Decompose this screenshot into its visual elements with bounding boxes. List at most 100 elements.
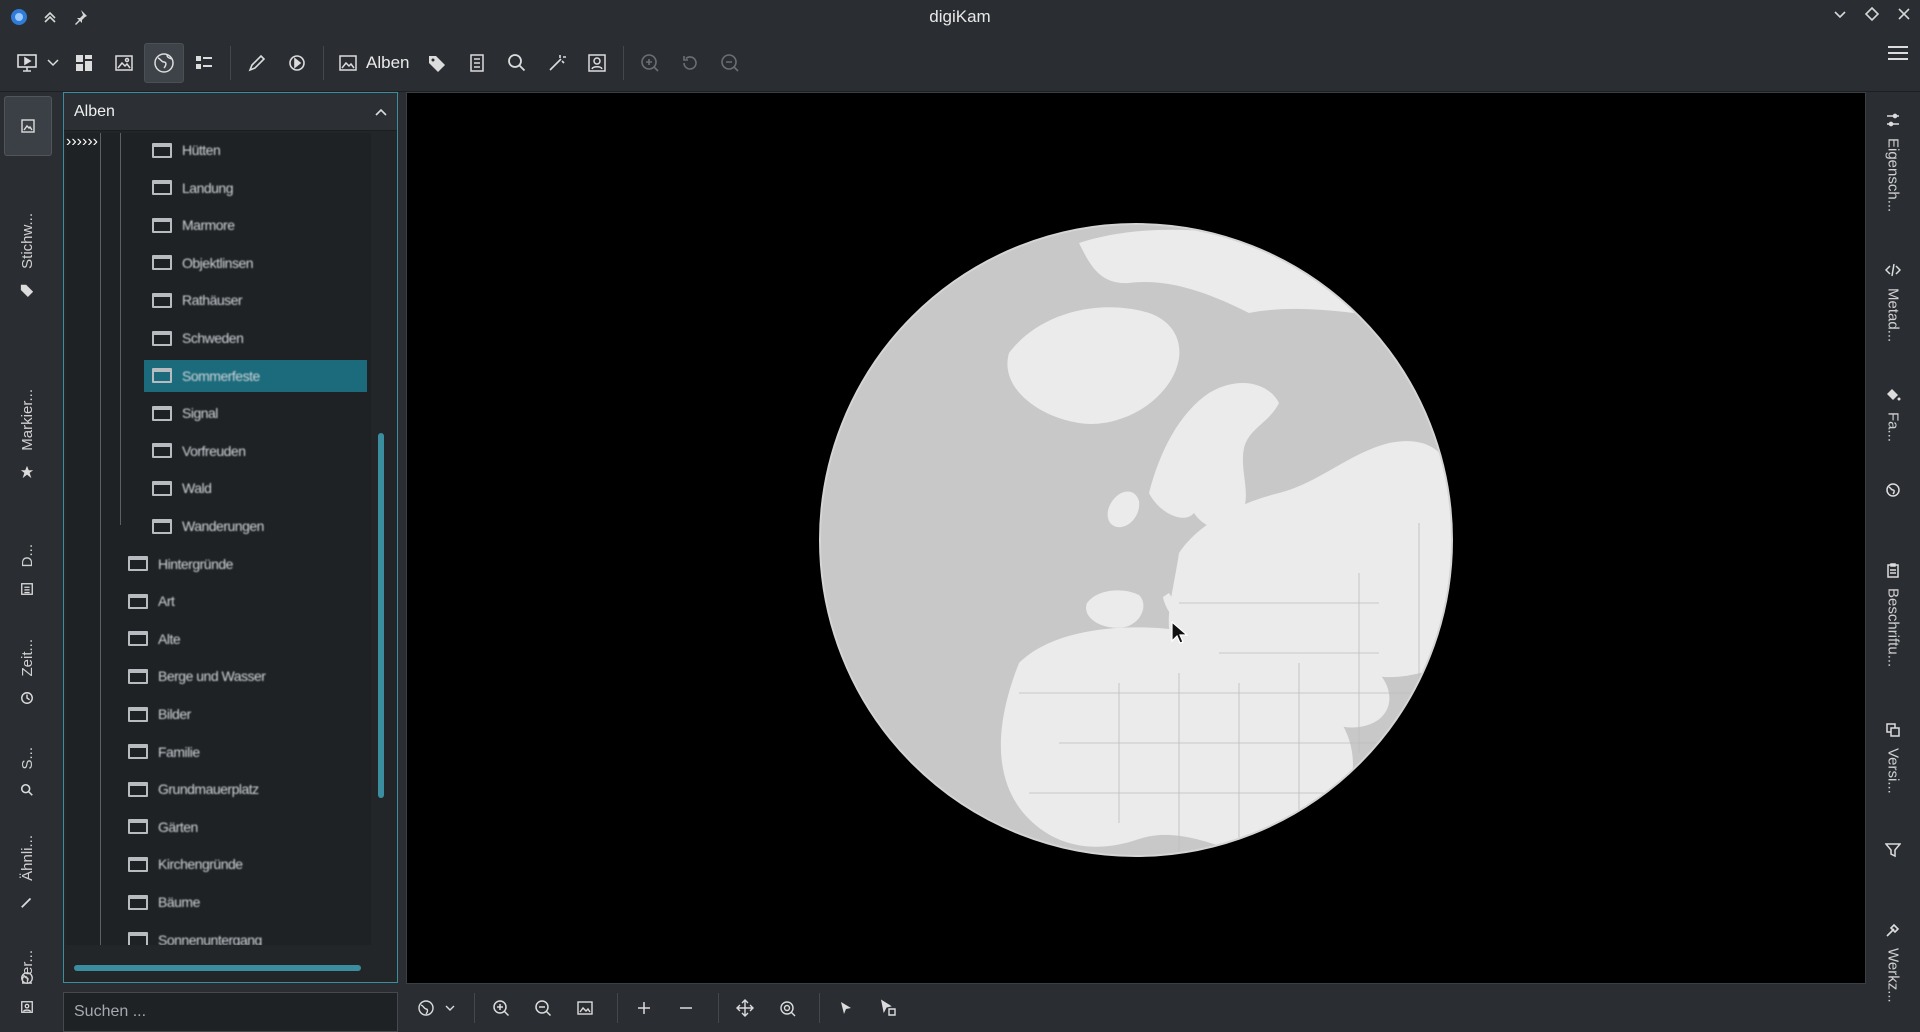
albums-button[interactable]: Alben xyxy=(330,43,417,83)
maximize-icon[interactable] xyxy=(1864,6,1880,22)
map-zoom-in-button[interactable] xyxy=(483,990,519,1026)
paint-bucket-icon xyxy=(1887,389,1901,401)
tab-geolocation[interactable] xyxy=(1866,482,1920,498)
show-thumbnails-button[interactable] xyxy=(567,990,603,1026)
clock-icon xyxy=(21,691,33,704)
tab-people[interactable]: Per... xyxy=(0,932,54,1032)
album-tree-item-label: Grundmauerplatz xyxy=(158,781,259,798)
album-tree-item[interactable]: Kirchengründe xyxy=(120,848,367,880)
album-tree-item[interactable]: Hintergründe xyxy=(120,548,367,580)
horizontal-scrollbar[interactable] xyxy=(74,965,361,971)
tab-colors[interactable]: Fa... xyxy=(1866,386,1920,442)
expand-arrow-icon[interactable]: › xyxy=(93,133,98,150)
tab-dates[interactable]: D... xyxy=(0,530,54,610)
album-tree-item[interactable]: Art xyxy=(120,585,367,617)
light-table-button[interactable] xyxy=(277,43,317,83)
map-zoom-out-button[interactable] xyxy=(525,990,561,1026)
album-search-input[interactable]: Suchen ... xyxy=(63,992,398,1032)
tab-similarity[interactable]: Ähnli... xyxy=(0,822,54,922)
album-tree-item[interactable]: Grundmauerplatz xyxy=(120,773,367,805)
decrease-thumbnail-button[interactable] xyxy=(668,990,704,1026)
fuzzy-search-button[interactable] xyxy=(537,43,577,83)
tab-search[interactable]: S... xyxy=(0,732,54,812)
preview-view-button[interactable] xyxy=(104,43,144,83)
tab-people-label: Per... xyxy=(18,950,36,986)
increase-thumbnail-button[interactable] xyxy=(626,990,662,1026)
labels-button[interactable] xyxy=(457,43,497,83)
tab-albums[interactable] xyxy=(4,96,52,156)
album-tree-item-label: Signal xyxy=(182,405,218,422)
vertical-scrollbar[interactable] xyxy=(378,433,384,798)
slideshow-button[interactable] xyxy=(12,43,42,83)
zoom-in-button[interactable] xyxy=(630,43,670,83)
map-view-button[interactable] xyxy=(144,42,184,83)
map-backend-dropdown-icon[interactable] xyxy=(440,990,460,1026)
right-sidebar-tabs: Eigensch... Metad... Fa... Beschriftu...… xyxy=(1866,92,1920,1032)
folder-icon xyxy=(128,932,148,945)
pan-mode-button[interactable] xyxy=(727,990,763,1026)
tab-labels[interactable]: Markier... xyxy=(0,354,54,514)
tab-captions-label: Beschriftu... xyxy=(1884,588,1902,668)
tab-timeline[interactable]: Zeit... xyxy=(0,622,54,722)
select-mode-button[interactable] xyxy=(828,990,864,1026)
tab-metadata[interactable]: Metad... xyxy=(1866,262,1920,342)
chevron-up-icon[interactable] xyxy=(375,108,387,116)
face-scan-button[interactable] xyxy=(577,43,617,83)
globe-icon xyxy=(1886,483,1900,497)
album-tree-item[interactable]: Bilder xyxy=(120,698,367,730)
tab-metadata-label: Metad... xyxy=(1884,288,1902,343)
map-view[interactable] xyxy=(406,92,1866,984)
albums-tree[interactable]: Hütten Landung Marmore › Objektlinsen › Rathäu… xyxy=(66,133,371,945)
album-tree-item[interactable]: Bäume xyxy=(120,886,367,918)
zoom-reset-button[interactable] xyxy=(670,43,710,83)
album-tree-item[interactable]: Wald xyxy=(144,472,367,504)
tab-properties[interactable]: Eigensch... xyxy=(1866,112,1920,212)
album-tree-item[interactable]: Familie xyxy=(120,736,367,768)
hamburger-menu-icon[interactable] xyxy=(1886,43,1910,63)
globe-map[interactable] xyxy=(819,223,1453,857)
album-tree-item[interactable]: Wanderungen xyxy=(144,510,367,542)
album-tree-item-label: Kirchengründe xyxy=(158,856,243,873)
album-tree-item[interactable]: Hütten xyxy=(144,134,367,166)
album-tree-item[interactable]: Berge und Wasser xyxy=(120,660,367,692)
album-tree-item[interactable]: Sonnenuntergang xyxy=(120,924,367,945)
thumbnails-view-button[interactable] xyxy=(64,43,104,83)
minimize-icon[interactable] xyxy=(1832,6,1848,22)
album-tree-item[interactable]: Vorfreuden xyxy=(144,435,367,467)
zoom-to-results-button[interactable] xyxy=(769,990,805,1026)
table-view-button[interactable] xyxy=(184,43,224,83)
album-tree-item[interactable]: Sommerfeste xyxy=(144,359,367,392)
map-backend-button[interactable] xyxy=(412,990,440,1026)
tab-filters[interactable] xyxy=(1866,842,1920,858)
zoom-out-button[interactable] xyxy=(710,43,750,83)
image-editor-button[interactable] xyxy=(237,43,277,83)
tags-button[interactable] xyxy=(417,43,457,83)
album-tree-item[interactable]: Rathäuser xyxy=(144,284,367,316)
keep-above-icon[interactable] xyxy=(42,9,58,25)
album-tree-item[interactable]: Alte xyxy=(120,623,367,655)
albums-button-label: Alben xyxy=(366,52,410,72)
album-tree-item[interactable]: Objektlinsen xyxy=(144,247,367,279)
slideshow-dropdown-icon[interactable] xyxy=(42,43,64,83)
folder-icon xyxy=(152,405,172,421)
album-tree-item-label: Bäume xyxy=(158,894,200,910)
tab-captions[interactable]: Beschriftu... xyxy=(1866,562,1920,667)
album-tree-item[interactable]: Landung xyxy=(144,172,367,204)
folder-icon xyxy=(152,443,172,459)
app-icon[interactable] xyxy=(10,8,28,26)
close-icon[interactable] xyxy=(1896,6,1912,22)
pin-icon[interactable] xyxy=(72,9,88,25)
album-tree-item[interactable]: Gärten xyxy=(120,811,367,843)
albums-panel-header[interactable]: Alben xyxy=(64,93,397,131)
region-select-button[interactable] xyxy=(870,990,906,1026)
album-tree-item[interactable]: Marmore xyxy=(144,209,367,241)
tab-tools[interactable]: Werkz... xyxy=(1866,922,1920,1003)
album-tree-item-label: Familie xyxy=(158,743,200,760)
album-tree-item[interactable]: Signal xyxy=(144,397,367,429)
tab-versions[interactable]: Versi... xyxy=(1866,722,1920,794)
tab-keywords[interactable]: Stichw... xyxy=(0,170,54,340)
album-tree-item[interactable]: Schweden xyxy=(144,322,367,354)
folder-icon xyxy=(128,819,148,835)
search-button[interactable] xyxy=(497,43,537,83)
left-sidebar-tabs: Stichw... Markier... D... Zeit... S... Ä… xyxy=(0,92,54,1032)
